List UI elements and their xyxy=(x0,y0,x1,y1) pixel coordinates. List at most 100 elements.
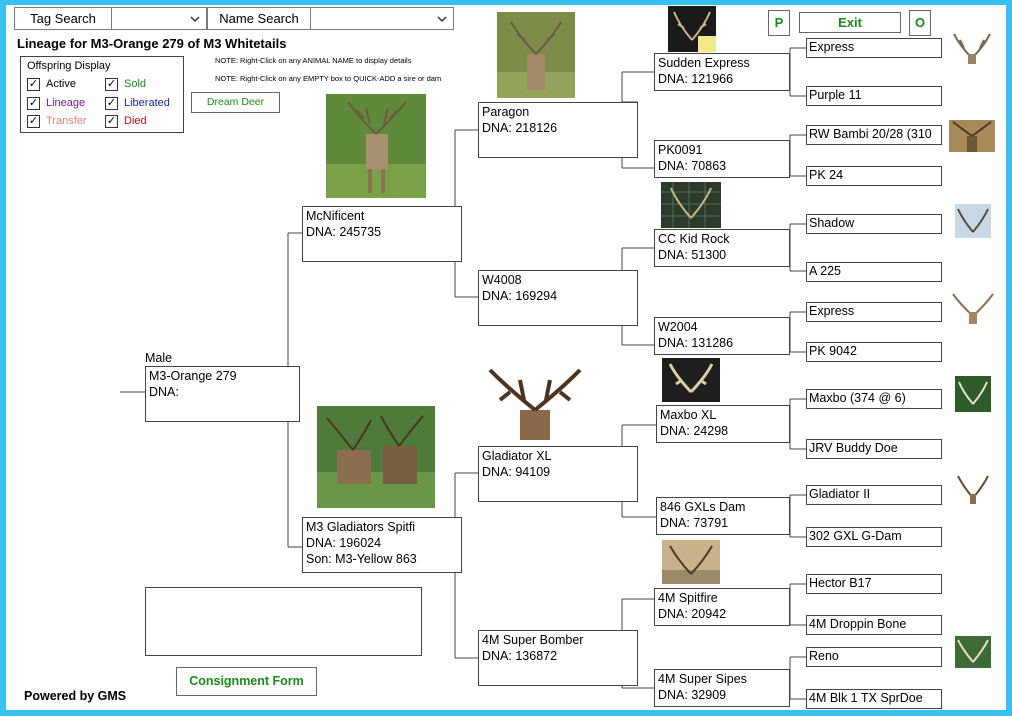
gen4-box[interactable]: PK 9042 xyxy=(806,342,942,362)
deer-photo-rw-bambi[interactable] xyxy=(949,120,995,152)
gen3-box-6[interactable]: 846 GXLs Dam DNA: 73791 xyxy=(656,497,790,535)
checkbox-active[interactable]: ✓ xyxy=(27,78,40,91)
checkbox-transfer[interactable]: ✓ xyxy=(27,115,40,128)
deer-photo-maxbo[interactable] xyxy=(955,376,991,412)
gen3-dna: DNA: 73791 xyxy=(660,516,729,530)
checkbox-died[interactable]: ✓ xyxy=(105,115,118,128)
checkbox-lineage[interactable]: ✓ xyxy=(27,97,40,110)
gen3-box-1[interactable]: Sudden Express DNA: 121966 xyxy=(654,53,790,91)
gen4-box[interactable]: PK 24 xyxy=(806,166,942,186)
chevron-down-icon xyxy=(437,16,447,23)
exit-button[interactable]: Exit xyxy=(799,12,901,33)
label-sold: Sold xyxy=(124,78,147,90)
dam-name[interactable]: M3 Gladiators Spitfi xyxy=(306,519,458,535)
gen4-box[interactable]: Reno xyxy=(806,647,942,667)
gen4-box[interactable]: Maxbo (374 @ 6) xyxy=(806,389,942,409)
subject-box[interactable]: M3-Orange 279 DNA: xyxy=(145,366,300,422)
gen4-box[interactable]: Purple 11 xyxy=(806,86,942,106)
gen3-name[interactable]: Sudden Express xyxy=(658,55,786,71)
gen4-box[interactable]: Gladiator II xyxy=(806,485,942,505)
gen3-box-5[interactable]: Maxbo XL DNA: 24298 xyxy=(656,405,790,443)
gen4-box[interactable]: Express xyxy=(806,302,942,322)
gen4-box[interactable]: JRV Buddy Doe xyxy=(806,439,942,459)
gen4-box[interactable]: 4M Droppin Bone xyxy=(806,615,942,635)
note-details: NOTE: Right-Click on any ANIMAL NAME to … xyxy=(215,56,412,65)
gen3-name[interactable]: PK0091 xyxy=(658,142,786,158)
gen2-name[interactable]: 4M Super Bomber xyxy=(482,632,634,648)
gen2-name[interactable]: W4008 xyxy=(482,272,634,288)
label-died: Died xyxy=(124,115,147,127)
o-button[interactable]: O xyxy=(909,10,931,36)
gen2-box-4[interactable]: 4M Super Bomber DNA: 136872 xyxy=(478,630,638,686)
deer-photo-4m-spitfire[interactable] xyxy=(662,540,720,584)
name-search-dropdown[interactable] xyxy=(310,7,454,30)
note-quick-add: NOTE: Right-Click on any EMPTY box to QU… xyxy=(215,74,442,83)
gen3-box-4[interactable]: W2004 DNA: 131286 xyxy=(654,317,790,355)
gen4-box[interactable]: 4M Blk 1 TX SprDoe xyxy=(806,689,942,709)
gen2-dna: DNA: 218126 xyxy=(482,121,558,135)
sire-box[interactable]: McNificent DNA: 245735 xyxy=(302,206,462,262)
gen3-name[interactable]: 4M Super Sipes xyxy=(658,671,786,687)
gen4-box[interactable]: Express xyxy=(806,38,942,58)
deer-photo-mcnificent[interactable] xyxy=(326,94,426,198)
gen2-name[interactable]: Paragon xyxy=(482,104,634,120)
subject-dna: DNA: xyxy=(149,385,179,399)
subject-name[interactable]: M3-Orange 279 xyxy=(149,368,296,384)
gen3-dna: DNA: 51300 xyxy=(658,248,727,262)
label-liberated: Liberated xyxy=(124,97,170,109)
gen2-name[interactable]: Gladiator XL xyxy=(482,448,634,464)
dream-deer-button[interactable]: Dream Deer xyxy=(191,92,280,113)
subject-sex: Male xyxy=(145,351,173,365)
gen3-box-7[interactable]: 4M Spitfire DNA: 20942 xyxy=(654,588,790,626)
gen4-box[interactable]: Shadow xyxy=(806,214,942,234)
gen3-box-8[interactable]: 4M Super Sipes DNA: 32909 xyxy=(654,669,790,707)
gen2-dna: DNA: 169294 xyxy=(482,289,558,303)
gen4-box[interactable]: A 225 xyxy=(806,262,942,282)
gen2-dna: DNA: 94109 xyxy=(482,465,551,479)
tag-search-label: Tag Search xyxy=(14,7,112,30)
page-title: Lineage for M3-Orange 279 of M3 Whitetai… xyxy=(17,36,287,51)
gen3-dna: DNA: 20942 xyxy=(658,607,727,621)
gen4-box[interactable]: 302 GXL G-Dam xyxy=(806,527,942,547)
notes-empty-box[interactable] xyxy=(145,587,422,656)
offspring-display-title: Offspring Display xyxy=(27,60,111,72)
sire-name[interactable]: McNificent xyxy=(306,208,458,224)
chevron-down-icon xyxy=(190,16,200,23)
gen3-dna: DNA: 24298 xyxy=(660,424,729,438)
sire-dna: DNA: 245735 xyxy=(306,225,382,239)
gen2-box-2[interactable]: W4008 DNA: 169294 xyxy=(478,270,638,326)
deer-photo-cc-kid-rock[interactable] xyxy=(661,182,721,228)
deer-photo-reno[interactable] xyxy=(955,636,991,668)
gen3-name[interactable]: CC Kid Rock xyxy=(658,231,786,247)
gen3-name[interactable]: 4M Spitfire xyxy=(658,590,786,606)
gen3-name[interactable]: 846 GXLs Dam xyxy=(660,499,786,515)
gen3-dna: DNA: 121966 xyxy=(658,72,734,86)
deer-photo-gladiator-xl[interactable] xyxy=(480,360,590,440)
gen3-name[interactable]: W2004 xyxy=(658,319,786,335)
p-button[interactable]: P xyxy=(768,10,790,36)
deer-photo-sudden-express[interactable] xyxy=(668,6,716,52)
gen3-box-3[interactable]: CC Kid Rock DNA: 51300 xyxy=(654,229,790,267)
consignment-form-button[interactable]: Consignment Form xyxy=(176,667,317,696)
deer-photo-paragon[interactable] xyxy=(497,12,575,98)
gen4-box[interactable]: Hector B17 xyxy=(806,574,942,594)
deer-photo-shadow[interactable] xyxy=(955,204,991,238)
gen3-name[interactable]: Maxbo XL xyxy=(660,407,786,423)
gen3-dna: DNA: 131286 xyxy=(658,336,734,350)
tag-search-dropdown[interactable] xyxy=(111,7,207,30)
gen3-box-2[interactable]: PK0091 DNA: 70863 xyxy=(654,140,790,178)
dam-son: Son: M3-Yellow 863 xyxy=(306,552,417,566)
deer-photo-gladiators-spitfi[interactable] xyxy=(317,406,435,508)
dam-box[interactable]: M3 Gladiators Spitfi DNA: 196024 Son: M3… xyxy=(302,517,462,573)
deer-photo-express-2[interactable] xyxy=(950,290,996,324)
checkbox-sold[interactable]: ✓ xyxy=(105,78,118,91)
gen4-box[interactable]: RW Bambi 20/28 (310 xyxy=(806,125,942,145)
gen2-box-3[interactable]: Gladiator XL DNA: 94109 xyxy=(478,446,638,502)
gen3-dna: DNA: 32909 xyxy=(658,688,727,702)
deer-photo-maxbo-xl[interactable] xyxy=(662,358,720,402)
gen2-box-1[interactable]: Paragon DNA: 218126 xyxy=(478,102,638,158)
deer-photo-gladiator-ii[interactable] xyxy=(955,472,991,504)
name-search-label: Name Search xyxy=(207,7,311,30)
deer-photo-express[interactable] xyxy=(950,28,994,66)
checkbox-liberated[interactable]: ✓ xyxy=(105,97,118,110)
